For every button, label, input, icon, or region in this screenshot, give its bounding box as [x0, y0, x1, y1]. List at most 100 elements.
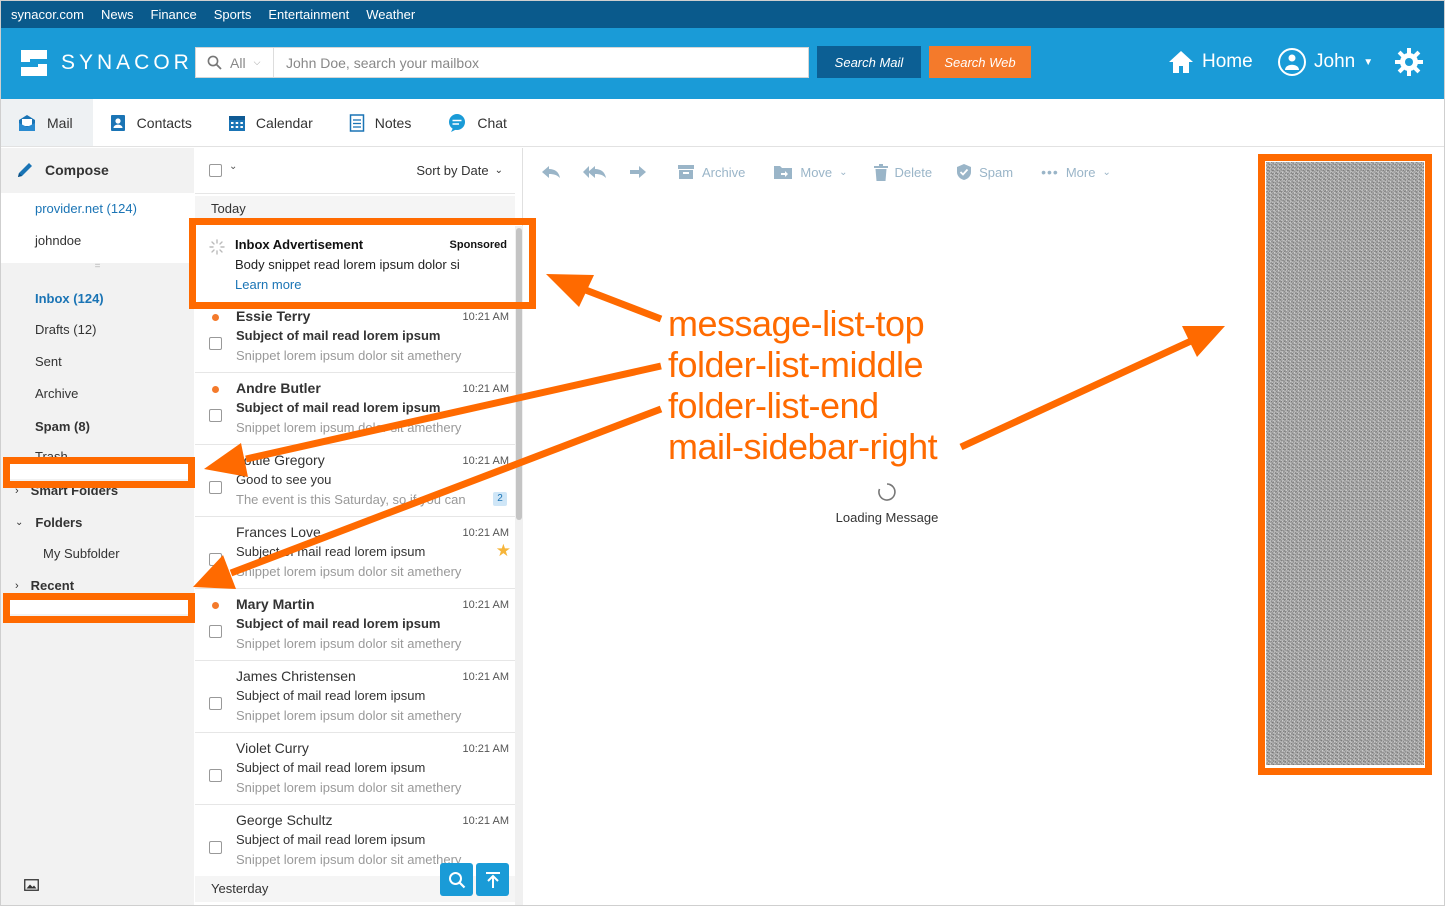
message-list-scrollbar[interactable]	[515, 226, 523, 905]
tab-contacts-label: Contacts	[136, 114, 192, 131]
more-button[interactable]: ••• More ⌄	[1041, 164, 1111, 180]
app-window: synacor.com News Finance Sports Entertai…	[0, 0, 1445, 906]
message-time: 10:21 AM	[462, 311, 509, 323]
loading-text: Loading Message	[835, 510, 939, 525]
settings-button[interactable]	[1394, 47, 1424, 82]
search-mail-button[interactable]: Search Mail	[817, 46, 921, 78]
tab-notes[interactable]: Notes	[333, 99, 432, 146]
account-provider[interactable]: provider.net (124)	[35, 201, 137, 216]
link-news[interactable]: News	[101, 7, 134, 22]
annotation-label-folder-list-middle: folder-list-middle	[668, 344, 924, 385]
synacor-logo-icon	[21, 50, 47, 76]
message-subject: Subject of mail read lorem ipsum	[236, 328, 441, 343]
row-checkbox[interactable]	[209, 841, 222, 854]
link-weather[interactable]: Weather	[366, 7, 415, 22]
unread-dot-icon	[212, 314, 219, 321]
message-snippet: Snippet lorem ipsum dolor sit amethery	[236, 780, 462, 795]
chevron-down-icon: ⌄	[15, 517, 24, 528]
message-subject: Subject of mail read lorem ipsum	[236, 688, 426, 703]
link-entertainment[interactable]: Entertainment	[268, 7, 349, 22]
tab-chat[interactable]: Chat	[431, 99, 527, 146]
top-links-bar: synacor.com News Finance Sports Entertai…	[1, 1, 1444, 28]
table-row[interactable]: Mary Martin 10:21 AM Subject of mail read …	[195, 589, 515, 661]
sender-name: Lottie Gregory	[236, 452, 325, 468]
table-row[interactable]: Andre Butler 10:21 AM Subject of mail read…	[195, 373, 515, 445]
chevron-down-icon[interactable]: ⌄	[229, 161, 237, 172]
table-row[interactable]: Frances Love 10:21 AM Subject of mail read…	[195, 517, 515, 589]
delete-button[interactable]: Delete	[873, 163, 933, 181]
table-row[interactable]: James Christensen 10:21 AM Subject of mail…	[195, 661, 515, 733]
row-checkbox[interactable]	[209, 481, 222, 494]
recent-section[interactable]: › Recent	[15, 578, 74, 593]
thread-count-badge: 2	[493, 492, 507, 506]
sort-dropdown[interactable]: Sort by Date ⌄	[416, 163, 503, 178]
table-row[interactable]: Violet Curry 10:21 AM Subject of mail read…	[195, 733, 515, 805]
table-row[interactable]: Essie Terry 10:21 AM Subject of mail read …	[195, 301, 515, 373]
reply-button[interactable]	[541, 165, 561, 179]
archive-label: Archive	[702, 164, 746, 180]
message-time: 10:21 AM	[462, 455, 509, 467]
row-checkbox[interactable]	[209, 769, 222, 782]
search-fab-button[interactable]	[440, 863, 473, 896]
tab-chat-label: Chat	[477, 114, 507, 131]
user-icon	[1285, 54, 1299, 70]
shield-icon	[957, 164, 972, 180]
sort-label: Sort by Date	[416, 163, 489, 178]
annotation-label-mail-sidebar-right: mail-sidebar-right	[668, 426, 938, 467]
calendar-icon	[228, 115, 245, 131]
message-actions-toolbar: Archive Move ⌄ Delete Spam ••• More ⌄	[541, 161, 1111, 183]
row-checkbox[interactable]	[209, 409, 222, 422]
tab-contacts[interactable]: Contacts	[93, 99, 212, 146]
forward-button[interactable]	[629, 165, 647, 179]
trash-icon	[873, 163, 888, 181]
account-johndoe[interactable]: johndoe	[35, 233, 81, 248]
spam-button[interactable]: Spam	[956, 163, 1013, 181]
search-input[interactable]	[274, 54, 808, 71]
resize-handle[interactable]: =	[1, 262, 194, 277]
folder-inbox[interactable]: Inbox (124)	[35, 291, 104, 306]
link-sports[interactable]: Sports	[214, 7, 252, 22]
row-checkbox[interactable]	[209, 625, 222, 638]
user-menu[interactable]: John ▼	[1278, 48, 1373, 76]
archive-button[interactable]: Archive	[677, 164, 745, 180]
caret-down-icon: ▼	[1363, 56, 1374, 68]
folders-section[interactable]: ⌄ Folders	[15, 515, 82, 530]
arrow-head-message-list-top	[546, 274, 594, 307]
sender-name: Essie Terry	[236, 308, 311, 324]
reply-all-button[interactable]	[583, 165, 607, 179]
tab-mail-label: Mail	[47, 114, 73, 131]
row-checkbox[interactable]	[209, 697, 222, 710]
tab-calendar-label: Calendar	[255, 114, 313, 131]
chat-icon	[449, 113, 466, 132]
star-icon[interactable]: ★	[496, 541, 511, 561]
folder-my-subfolder[interactable]: My Subfolder	[43, 546, 120, 561]
move-button[interactable]: Move ⌄	[773, 164, 848, 180]
search-scope-dropdown[interactable]: All ⌵	[196, 48, 274, 77]
folder-drafts[interactable]: Drafts (12)	[35, 322, 96, 337]
link-finance[interactable]: Finance	[151, 7, 197, 22]
search-web-button[interactable]: Search Web	[929, 46, 1031, 78]
unread-dot-icon	[212, 602, 219, 609]
scroll-to-top-button[interactable]	[476, 863, 509, 896]
message-time: 10:21 AM	[462, 527, 509, 539]
home-link[interactable]: Home	[1168, 50, 1253, 74]
delete-label: Delete	[894, 164, 933, 180]
gear-icon	[1395, 48, 1423, 76]
tab-calendar[interactable]: Calendar	[212, 99, 333, 146]
image-icon[interactable]	[24, 879, 39, 891]
app-nav-tabs: Mail Contacts Calendar Notes Chat	[1, 99, 1444, 147]
message-time: 10:21 AM	[462, 671, 509, 683]
tab-mail[interactable]: Mail	[1, 99, 93, 146]
folder-sent[interactable]: Sent	[35, 354, 62, 369]
synacor-logo[interactable]: SYNACOR	[17, 46, 193, 80]
folder-spam[interactable]: Spam (8)	[35, 419, 90, 434]
search-scope-label: All	[230, 54, 246, 71]
message-subject: Subject of mail read lorem ipsum	[236, 400, 441, 415]
select-all-checkbox[interactable]	[209, 164, 222, 177]
compose-button[interactable]: Compose	[16, 161, 109, 179]
row-checkbox[interactable]	[209, 337, 222, 350]
folder-archive[interactable]: Archive	[35, 386, 78, 401]
table-row[interactable]: Lottie Gregory 10:21 AM Good to see you The…	[195, 445, 515, 517]
row-checkbox[interactable]	[209, 553, 222, 566]
link-synacor[interactable]: synacor.com	[11, 7, 84, 22]
